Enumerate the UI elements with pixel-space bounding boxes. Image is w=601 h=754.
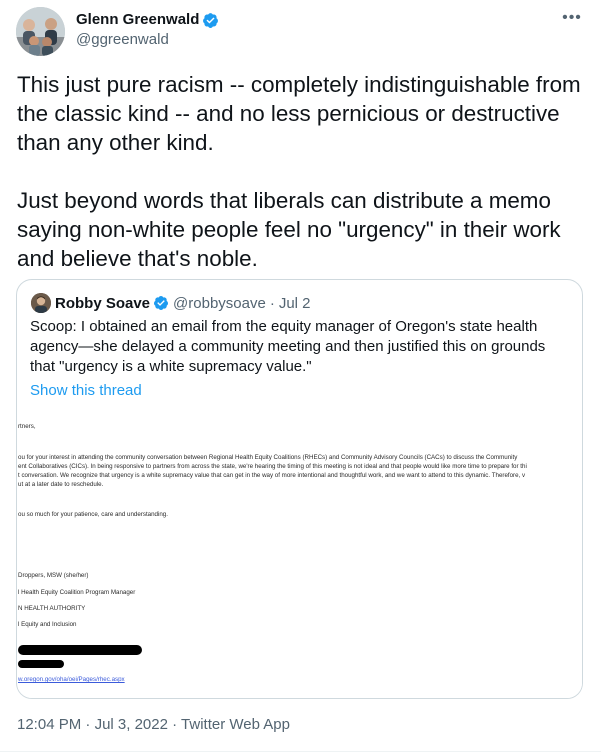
verified-badge-icon — [203, 12, 219, 28]
memo-line: l Health Equity Coalition Program Manage… — [18, 589, 136, 596]
tweet-date-link[interactable]: Jul 3, 2022 — [95, 716, 168, 733]
tweet: Glenn Greenwald @ggreenwald ••• This jus… — [0, 0, 601, 754]
more-options-icon[interactable]: ••• — [562, 10, 582, 26]
author-handle[interactable]: @ggreenwald — [76, 31, 169, 49]
quoted-separator: · — [269, 294, 275, 312]
quoted-author-handle[interactable]: @robbysoave — [173, 295, 266, 312]
quoted-author-name[interactable]: Robby Soave — [55, 295, 150, 312]
timestamp-separator: · — [85, 716, 91, 733]
redaction-bar — [18, 645, 142, 655]
verified-badge-icon — [154, 296, 169, 310]
quoted-header: Robby Soave @robbysoave · Jul 2 — [55, 293, 311, 313]
quoted-date[interactable]: Jul 2 — [279, 295, 311, 312]
memo-line: t conversation. We recognize that urgenc… — [18, 472, 526, 479]
memo-line: l Equity and Inclusion — [18, 621, 77, 628]
author-name-text[interactable]: Glenn Greenwald — [76, 11, 199, 29]
quoted-memo-image[interactable]: rtners, ou for your interest in attendin… — [18, 408, 582, 698]
memo-line: N HEALTH AUTHORITY — [18, 605, 86, 612]
memo-link: w.oregon.gov/oha/oei/Pages/rhec.aspx — [18, 676, 125, 683]
memo-line: ut at a later date to reschedule. — [18, 481, 104, 488]
show-thread-link[interactable]: Show this thread — [30, 381, 142, 401]
memo-line: ou for your interest in attending the co… — [18, 454, 518, 461]
quoted-text: Scoop: I obtained an email from the equi… — [30, 318, 546, 375]
memo-line: ent Collaboratives (CICs). In being resp… — [18, 463, 527, 470]
timestamp-separator: · — [172, 716, 178, 733]
memo-line: ou so much for your patience, care and u… — [18, 511, 168, 518]
quoted-tweet[interactable]: Robby Soave @robbysoave · Jul 2 Scoop: I… — [16, 279, 583, 699]
memo-line: Droppers, MSW (she/her) — [18, 572, 89, 579]
memo-line: rtners, — [18, 423, 36, 430]
tweet-time-link[interactable]: 12:04 PM — [17, 716, 81, 733]
divider — [0, 751, 601, 752]
redaction-bar — [18, 660, 64, 668]
author-avatar[interactable] — [16, 7, 65, 56]
quoted-author-avatar[interactable] — [31, 293, 51, 313]
tweet-text: This just pure racism -- completely indi… — [17, 72, 581, 271]
tweet-source-link[interactable]: Twitter Web App — [181, 716, 290, 733]
author-name[interactable]: Glenn Greenwald — [76, 11, 219, 29]
tweet-timestamp: 12:04 PM · Jul 3, 2022 · Twitter Web App — [17, 715, 290, 735]
